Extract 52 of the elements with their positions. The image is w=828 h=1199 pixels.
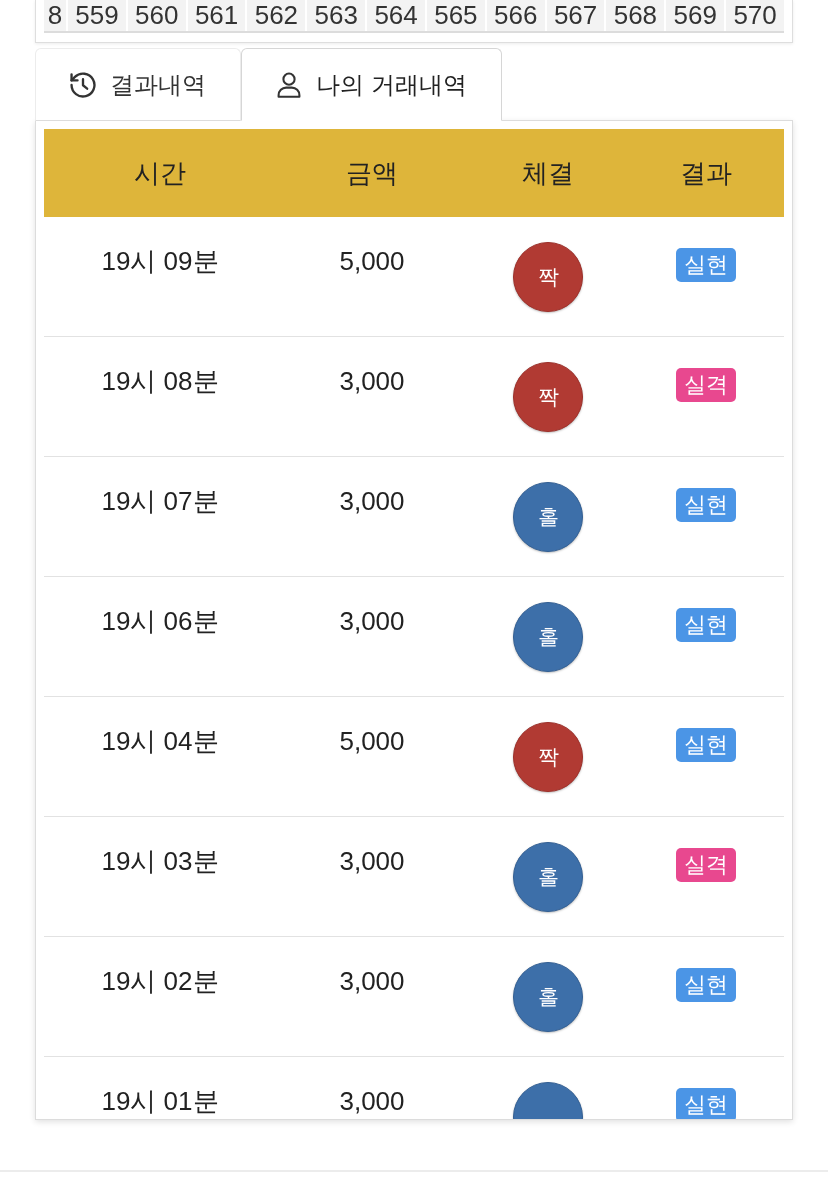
time-cell: 19시 08분 (101, 366, 219, 396)
column-header: 체결 (522, 157, 574, 188)
amount-cell: 3,000 (339, 966, 405, 996)
pick-badge: 짝 (513, 242, 583, 312)
history-icon (70, 71, 96, 98)
tab[interactable]: 나의 거래내역 (241, 48, 502, 121)
result-badge: 실격 (676, 848, 736, 882)
amount-cell: 3,000 (339, 486, 405, 516)
round-number-cell: 562 (247, 0, 306, 31)
amount-cell: 5,000 (339, 246, 405, 276)
time-cell: 19시 03분 (101, 846, 219, 876)
result-badge: 실현 (676, 608, 736, 642)
tab[interactable]: 결과내역 (35, 48, 241, 121)
user-icon (276, 71, 302, 98)
result-badge: 실현 (676, 968, 736, 1002)
round-number-cell: 560 (127, 0, 186, 31)
round-number-cell: 568 (606, 0, 665, 31)
result-badge: 실격 (676, 368, 736, 402)
result-badge: 실현 (676, 488, 736, 522)
round-number-cell: 564 (367, 0, 425, 31)
column-header: 금액 (346, 157, 398, 188)
pick-badge: 홀 (513, 602, 583, 672)
round-number-cell: 8 (44, 0, 66, 31)
round-number-cell: 570 (726, 0, 784, 31)
pick-badge: 홀 (513, 482, 583, 552)
amount-cell: 3,000 (339, 606, 405, 636)
column-header: 결과 (680, 157, 732, 188)
round-number-cell: 561 (187, 0, 246, 31)
round-number-cell: 569 (666, 0, 725, 31)
time-cell: 19시 06분 (101, 606, 219, 636)
column-header: 시간 (134, 157, 186, 188)
result-badge: 실현 (676, 1088, 736, 1119)
amount-cell: 3,000 (339, 366, 405, 396)
time-cell: 19시 01분 (101, 1086, 219, 1116)
round-number-cell: 565 (427, 0, 485, 31)
result-badge: 실현 (676, 728, 736, 762)
time-cell: 19시 07분 (101, 486, 219, 516)
time-cell: 19시 02분 (101, 966, 219, 996)
amount-cell: 3,000 (339, 1086, 405, 1116)
pick-badge: 홀 (513, 962, 583, 1032)
pick-badge: 짝 (513, 722, 583, 792)
pick-badge: 짝 (513, 362, 583, 432)
pick-badge: 홀 (513, 842, 583, 912)
round-number-cell: 566 (486, 0, 545, 31)
round-number-cell: 567 (546, 0, 605, 31)
time-cell: 19시 09분 (101, 246, 219, 276)
time-cell: 19시 04분 (101, 726, 219, 756)
amount-cell: 3,000 (339, 846, 405, 876)
result-badge: 실현 (676, 248, 736, 282)
amount-cell: 5,000 (339, 726, 405, 756)
round-number-cell: 563 (307, 0, 366, 31)
round-number-cell: 559 (68, 0, 126, 31)
